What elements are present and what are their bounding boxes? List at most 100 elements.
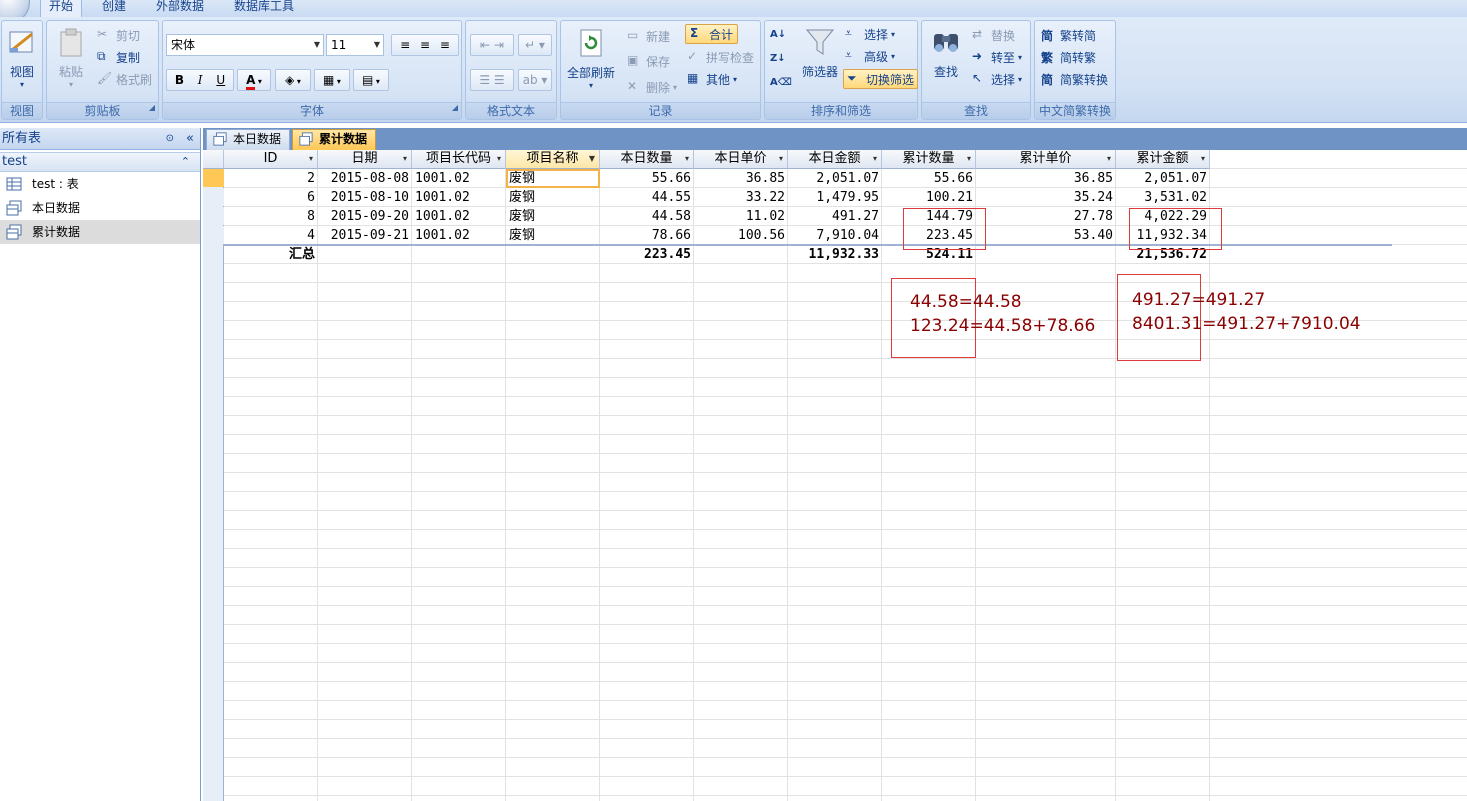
font-size-select[interactable]: 11 ▼ <box>326 34 384 56</box>
dropdown-arrow-icon[interactable]: ▾ <box>1107 150 1111 168</box>
column-header-cum-amount[interactable]: 累计金额 ▾ <box>1116 150 1210 169</box>
dropdown-arrow-icon[interactable]: ▾ <box>873 150 877 168</box>
total-cell-daily-qty[interactable]: 223.45 <box>600 245 694 264</box>
total-cell-daily-amount[interactable]: 11,932.33 <box>788 245 882 264</box>
nav-group-test[interactable]: test ⌃ <box>0 152 200 172</box>
nav-header[interactable]: 所有表 ⊙ « <box>0 128 200 150</box>
cell-cum-amount[interactable]: 2,051.07 <box>1116 169 1210 188</box>
column-header-daily-amount[interactable]: 本日金额 ▾ <box>788 150 882 169</box>
italic-button[interactable]: I <box>198 73 203 87</box>
sort-descending-button[interactable]: Z↓ <box>770 51 786 71</box>
nav-item-test-table[interactable]: test : 表 <box>0 172 200 196</box>
nav-item-cumulative-data[interactable]: 累计数据 <box>0 220 200 244</box>
dialog-launcher-icon[interactable]: ◢ <box>149 99 155 116</box>
cell-daily-qty[interactable]: 78.66 <box>600 226 694 245</box>
format-painter-button[interactable]: 🖌 格式刷 <box>97 69 152 89</box>
delete-record-button[interactable]: ✕ 删除 ▾ <box>627 77 677 97</box>
cell-id[interactable]: 4 <box>224 226 318 245</box>
fill-color-button[interactable]: ◈ ▾ <box>275 69 311 91</box>
indent-buttons[interactable]: ⇤ ⇥ <box>470 34 514 56</box>
cell-cum-price[interactable]: 36.85 <box>976 169 1116 188</box>
convert-button[interactable]: 简简繁转换 <box>1041 69 1108 89</box>
cell-daily-price[interactable]: 11.02 <box>694 207 788 226</box>
advanced-filter-button[interactable]: ⩡ 高级 ▾ <box>845 46 895 66</box>
select-all-corner[interactable] <box>203 150 224 169</box>
cell-daily-price[interactable]: 100.56 <box>694 226 788 245</box>
replace-button[interactable]: ⇄ 替换 <box>972 25 1015 45</box>
alt-row-color-button[interactable]: ▤ ▾ <box>353 69 389 91</box>
paste-button[interactable]: 粘贴 ▾ <box>51 26 91 89</box>
column-header-cum-price[interactable]: 累计单价 ▾ <box>976 150 1116 169</box>
cell-cum-amount[interactable]: 3,531.02 <box>1116 188 1210 207</box>
dropdown-arrow-icon[interactable]: ▾ <box>779 150 783 168</box>
cell-item-code[interactable]: 1001.02 <box>412 169 506 188</box>
more-button[interactable]: ▦ 其他 ▾ <box>687 69 737 89</box>
doc-tab-daily-data[interactable]: 本日数据 <box>206 129 291 150</box>
column-header-id[interactable]: ID ▾ <box>224 150 318 169</box>
cell-cum-qty[interactable]: 100.21 <box>882 188 976 207</box>
align-center-icon[interactable]: ≡ <box>420 38 430 52</box>
cell-item-code[interactable]: 1001.02 <box>412 188 506 207</box>
chevron-up-icon[interactable]: ⌃ <box>181 153 190 171</box>
to-simplified-button[interactable]: 简繁转简 <box>1041 25 1096 45</box>
rtl-button[interactable]: ↵ ▾ <box>518 34 552 56</box>
record-selector[interactable] <box>203 207 224 225</box>
clear-sort-button[interactable]: A⌫ <box>770 75 792 95</box>
font-name-select[interactable]: 宋体 ▼ <box>166 34 324 56</box>
sort-ascending-button[interactable]: A↓ <box>770 27 786 47</box>
total-cell-item-code[interactable] <box>412 245 506 264</box>
align-left-icon[interactable]: ≡ <box>400 38 410 52</box>
cell-id[interactable]: 2 <box>224 169 318 188</box>
select-button[interactable]: ↖ 选择 ▾ <box>972 69 1022 89</box>
tab-home[interactable]: 开始 <box>40 0 83 18</box>
cell-item-code[interactable]: 1001.02 <box>412 207 506 226</box>
save-record-button[interactable]: ▣ 保存 <box>627 51 670 71</box>
gridlines-button[interactable]: ▦ ▾ <box>314 69 350 91</box>
tab-create[interactable]: 创建 <box>94 0 134 18</box>
cell-item-name[interactable]: 废钢 <box>506 169 600 188</box>
record-selector-column[interactable] <box>203 150 224 801</box>
cell-cum-price[interactable]: 53.40 <box>976 226 1116 245</box>
collapse-pane-icon[interactable]: « <box>186 128 194 150</box>
font-color-button[interactable]: A ▾ <box>237 69 271 91</box>
cell-item-name[interactable]: 废钢 <box>506 207 600 226</box>
column-header-daily-qty[interactable]: 本日数量 ▾ <box>600 150 694 169</box>
cell-date[interactable]: 2015-09-21 <box>318 226 412 245</box>
record-selector[interactable] <box>203 169 224 187</box>
cell-daily-price[interactable]: 33.22 <box>694 188 788 207</box>
cell-item-code[interactable]: 1001.02 <box>412 226 506 245</box>
dropdown-arrow-icon[interactable]: ▾ <box>967 150 971 168</box>
toggle-filter-button[interactable]: ⏷ 切换筛选 <box>843 69 919 89</box>
column-header-cum-qty[interactable]: 累计数量 ▾ <box>882 150 976 169</box>
cell-cum-qty[interactable]: 55.66 <box>882 169 976 188</box>
underline-button[interactable]: U <box>216 73 225 87</box>
cell-date[interactable]: 2015-09-20 <box>318 207 412 226</box>
total-cell-item-name[interactable] <box>506 245 600 264</box>
total-cell-date[interactable] <box>318 245 412 264</box>
column-header-date[interactable]: 日期 ▾ <box>318 150 412 169</box>
filter-button[interactable]: 筛选器 <box>797 26 843 80</box>
new-record-button[interactable]: ▭ 新建 <box>627 26 670 46</box>
copy-button[interactable]: ⧉ 复制 <box>97 47 140 67</box>
nav-item-daily-data[interactable]: 本日数据 <box>0 196 200 220</box>
selection-filter-button[interactable]: ⩡ 选择 ▾ <box>845 24 895 44</box>
cell-daily-qty[interactable]: 44.58 <box>600 207 694 226</box>
cell-cum-price[interactable]: 27.78 <box>976 207 1116 226</box>
cell-cum-price[interactable]: 35.24 <box>976 188 1116 207</box>
view-button[interactable]: 视图 ▾ <box>4 26 40 89</box>
dialog-launcher-icon[interactable]: ◢ <box>452 99 458 116</box>
cell-daily-amount[interactable]: 1,479.95 <box>788 188 882 207</box>
cell-daily-qty[interactable]: 55.66 <box>600 169 694 188</box>
cell-id[interactable]: 8 <box>224 207 318 226</box>
find-button[interactable]: 查找 <box>926 26 966 80</box>
column-header-item-code[interactable]: 项目长代码 ▾ <box>412 150 506 169</box>
record-selector[interactable] <box>203 188 224 206</box>
dropdown-arrow-icon[interactable]: ▼ <box>589 150 595 168</box>
dropdown-arrow-icon[interactable]: ▾ <box>497 150 501 168</box>
to-traditional-button[interactable]: 繁简转繁 <box>1041 47 1096 67</box>
cell-id[interactable]: 6 <box>224 188 318 207</box>
goto-button[interactable]: ➜ 转至 ▾ <box>972 47 1022 67</box>
dropdown-arrow-icon[interactable]: ▾ <box>309 150 313 168</box>
doc-tab-cumulative-data[interactable]: 累计数据 <box>292 129 377 150</box>
tab-database-tools[interactable]: 数据库工具 <box>226 0 302 18</box>
